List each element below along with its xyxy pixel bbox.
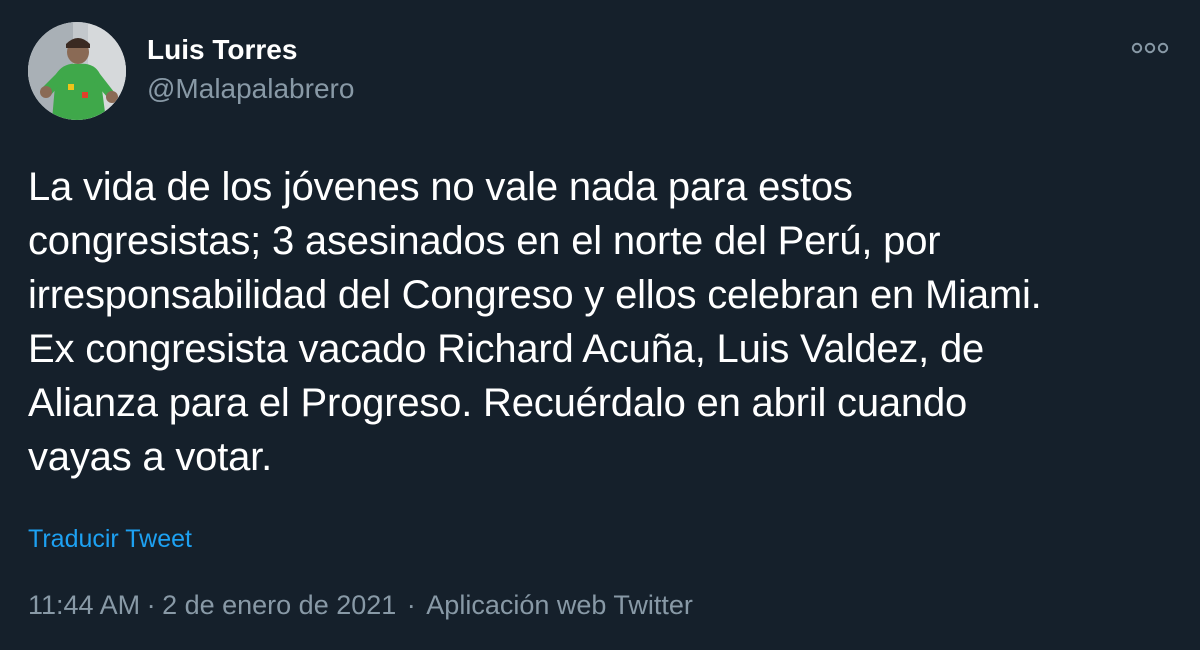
tweet-date[interactable]: 2 de enero de 2021 — [162, 588, 396, 622]
tweet-card: Luis Torres @Malapalabrero La vida de lo… — [0, 0, 1200, 650]
more-options-button[interactable] — [1128, 35, 1172, 61]
translate-tweet-link[interactable]: Traducir Tweet — [28, 524, 192, 554]
tweet-time[interactable]: 11:44 AM — [28, 588, 140, 622]
avatar[interactable] — [28, 22, 126, 120]
tweet-text: La vida de los jóvenes no vale nada para… — [28, 165, 1042, 479]
tweet-source[interactable]: Aplicación web Twitter — [426, 588, 693, 622]
more-options-icon — [1131, 42, 1169, 54]
author-display-name[interactable]: Luis Torres — [147, 33, 297, 67]
profile-photo-icon — [28, 22, 126, 120]
author-handle[interactable]: @Malapalabrero — [147, 72, 354, 106]
meta-separator: · — [146, 590, 156, 620]
tweet-meta: 11:44 AM · 2 de enero de 2021 · Aplicaci… — [28, 588, 693, 622]
meta-separator: · — [406, 590, 416, 620]
